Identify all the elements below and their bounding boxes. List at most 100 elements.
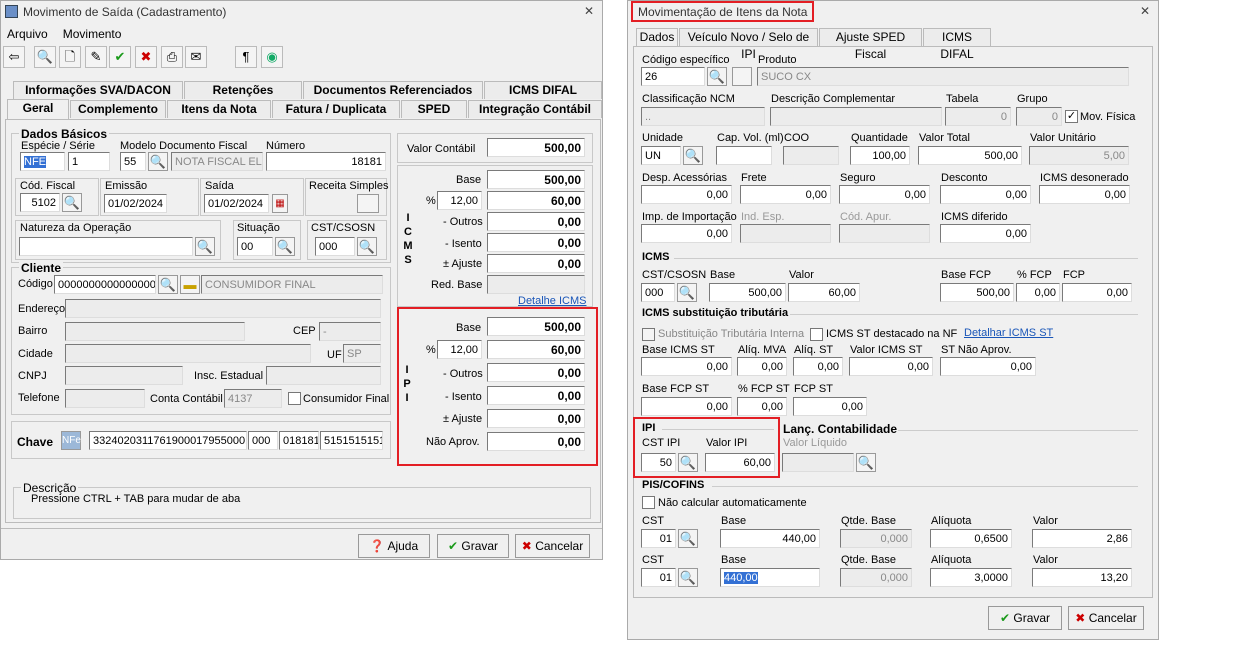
ipi-isento-field[interactable]: 0,00 <box>487 386 585 405</box>
tab-complemento[interactable]: Complemento <box>70 100 166 118</box>
ipi-valor-field[interactable]: 60,00 <box>705 453 775 472</box>
tab-ajuste-sped[interactable]: Ajuste SPED Fiscal <box>819 28 922 61</box>
vliq-search-icon[interactable]: 🔍 <box>856 453 876 472</box>
new-document-icon[interactable]: 🗋 <box>59 46 81 68</box>
chave-part2[interactable]: 000 <box>248 431 278 450</box>
unidade-field[interactable]: UN <box>641 146 681 165</box>
basefcp-field[interactable]: 500,00 <box>940 283 1014 302</box>
capvol-field[interactable] <box>716 146 772 165</box>
cod-fiscal-field[interactable]: 5102 <box>20 193 60 212</box>
cancelar-button[interactable]: ✖ Cancelar <box>515 534 590 558</box>
cofins-base-field[interactable]: 440,00 <box>720 568 820 587</box>
pis-valor-field[interactable]: 2,86 <box>1032 529 1132 548</box>
fcpst-field[interactable]: 0,00 <box>793 397 867 416</box>
ipi-pct-field[interactable]: 12,00 <box>437 340 482 359</box>
pfcpst-field[interactable]: 0,00 <box>737 397 787 416</box>
cofins-cst-search-icon[interactable]: 🔍 <box>678 568 698 587</box>
tab-retencoes[interactable]: Retenções <box>184 81 302 99</box>
icmsdes-field[interactable]: 0,00 <box>1039 185 1130 204</box>
folder-icon[interactable]: ▬ <box>180 275 200 294</box>
mail-icon[interactable]: ✉ <box>185 46 207 68</box>
natureza-search-icon[interactable]: 🔍 <box>195 237 215 256</box>
situacao-field[interactable]: 00 <box>237 237 273 256</box>
ipi-ajuste-field[interactable]: 0,00 <box>487 409 585 428</box>
tab-fatura-duplicata[interactable]: Fatura / Duplicata <box>272 100 400 118</box>
tab-sped[interactable]: SPED <box>401 100 467 118</box>
pis-cst-search-icon[interactable]: 🔍 <box>678 529 698 548</box>
tab-veiculo-novo[interactable]: Veículo Novo / Selo de IPI <box>679 28 818 61</box>
codigo-field[interactable]: 0000000000000000 <box>54 275 156 294</box>
menu-movimento[interactable]: Movimento <box>63 27 122 41</box>
icms-cst-search-icon[interactable]: 🔍 <box>677 283 697 302</box>
search-icon[interactable]: 🔍 <box>34 46 56 68</box>
icms-base-field[interactable]: 500,00 <box>487 170 585 189</box>
cst-search-icon[interactable]: 🔍 <box>357 237 377 256</box>
icms-outros-field[interactable]: 0,00 <box>487 212 585 231</box>
naocalc-checkbox[interactable] <box>642 496 655 509</box>
print-icon[interactable]: ⎙ <box>161 46 183 68</box>
menu-arquivo[interactable]: Arquivo <box>7 27 48 41</box>
natureza-field[interactable] <box>19 237 193 256</box>
tab-geral[interactable]: Geral <box>7 99 69 120</box>
calendar-icon[interactable]: ▦ <box>272 194 288 213</box>
cst-field[interactable]: 000 <box>315 237 355 256</box>
chave-part3[interactable]: 018181 <box>279 431 319 450</box>
ipi-base-field[interactable]: 500,00 <box>487 317 585 336</box>
cofins-cst-field[interactable]: 01 <box>641 568 676 587</box>
icms-pct-field[interactable]: 12,00 <box>437 191 482 210</box>
frete-field[interactable]: 0,00 <box>740 185 831 204</box>
imp-field[interactable]: 0,00 <box>641 224 732 243</box>
stnao-field[interactable]: 0,00 <box>940 357 1036 376</box>
fcp-field[interactable]: 0,00 <box>1062 283 1132 302</box>
vtotal-field[interactable]: 500,00 <box>918 146 1022 165</box>
seguro-field[interactable]: 0,00 <box>839 185 930 204</box>
iss-icon[interactable]: ¶ <box>235 46 257 68</box>
nfe-key-icon[interactable]: NFe <box>61 431 81 450</box>
cod-search-icon[interactable]: 🔍 <box>707 67 727 86</box>
st-destacado-checkbox[interactable] <box>810 328 823 341</box>
mva-field[interactable]: 0,00 <box>737 357 787 376</box>
icmsdif-field[interactable]: 0,00 <box>940 224 1031 243</box>
especie-field[interactable]: NFE <box>20 152 65 171</box>
icms-ajuste-field[interactable]: 0,00 <box>487 254 585 273</box>
cofins-aliq-field[interactable]: 3,0000 <box>930 568 1012 587</box>
tab-icms-difal[interactable]: ICMS DIFAL <box>923 28 991 61</box>
chave-part4[interactable]: 5151515151 <box>320 431 383 450</box>
serie-field[interactable]: 1 <box>68 152 110 171</box>
ipi-cst-field[interactable]: 50 <box>641 453 676 472</box>
pis-aliq-field[interactable]: 0,6500 <box>930 529 1012 548</box>
gravar-button[interactable]: ✔ Gravar <box>437 534 509 558</box>
numero-field[interactable]: 18181 <box>266 152 386 171</box>
cofins-valor-field[interactable]: 13,20 <box>1032 568 1132 587</box>
aliqst-field[interactable]: 0,00 <box>793 357 843 376</box>
qtd-field[interactable]: 100,00 <box>850 146 910 165</box>
ipi-cst-search-icon[interactable]: 🔍 <box>678 453 698 472</box>
delete-icon[interactable]: ✖ <box>135 46 157 68</box>
receita-button[interactable] <box>357 194 379 213</box>
nfe-icon[interactable]: ◉ <box>261 46 283 68</box>
tab-informacoes-sva[interactable]: Informações SVA/DACON <box>13 81 183 99</box>
icms-cst-field[interactable]: 000 <box>641 283 675 302</box>
icms-valor-field[interactable]: 60,00 <box>487 191 585 210</box>
detalhe-icms-link[interactable]: Detalhe ICMS <box>518 295 586 307</box>
pis-cst-field[interactable]: 01 <box>641 529 676 548</box>
tab-icms-difal[interactable]: ICMS DIFAL <box>484 81 602 99</box>
cod-fiscal-search-icon[interactable]: 🔍 <box>62 193 82 212</box>
desp-field[interactable]: 0,00 <box>641 185 732 204</box>
modelo-field[interactable]: 55 <box>120 152 146 171</box>
chave-part1[interactable]: 33240203117619000179550001 <box>89 431 247 450</box>
cliente-search-icon[interactable]: 🔍 <box>158 275 178 294</box>
tab-dados[interactable]: Dados <box>636 28 678 47</box>
gravar-button[interactable]: ✔ Gravar <box>988 606 1062 630</box>
situacao-search-icon[interactable]: 🔍 <box>275 237 295 256</box>
ajuda-button[interactable]: ❓ Ajuda <box>358 534 430 558</box>
saida-field[interactable]: 01/02/2024 <box>204 194 269 213</box>
confirm-icon[interactable]: ✔ <box>109 46 131 68</box>
consumidor-checkbox[interactable] <box>288 392 301 405</box>
ipi-naoaprov-field[interactable]: 0,00 <box>487 432 585 451</box>
modelo-search-icon[interactable]: 🔍 <box>148 152 168 171</box>
vst-field[interactable]: 0,00 <box>849 357 933 376</box>
edit-icon[interactable]: ✎ <box>85 46 107 68</box>
tab-integracao-contabil[interactable]: Integração Contábil <box>468 100 602 118</box>
pis-base-field[interactable]: 440,00 <box>720 529 820 548</box>
